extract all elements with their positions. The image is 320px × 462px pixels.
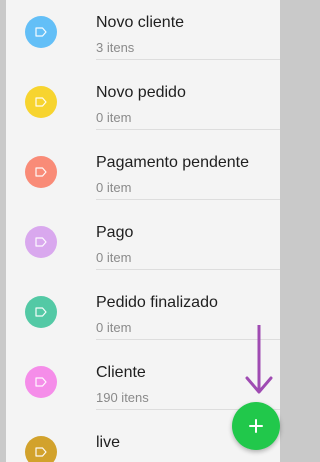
label-tag-icon bbox=[35, 97, 47, 107]
label-item-cliente[interactable]: Cliente 190 itens bbox=[6, 340, 280, 410]
label-avatar bbox=[25, 16, 57, 48]
label-avatar bbox=[25, 86, 57, 118]
label-avatar bbox=[25, 436, 57, 462]
label-avatar bbox=[25, 366, 57, 398]
label-item-novo-cliente[interactable]: Novo cliente 3 itens bbox=[6, 0, 280, 60]
arrow-down-icon bbox=[245, 325, 273, 394]
label-title: Novo pedido bbox=[96, 84, 186, 101]
label-count: 0 item bbox=[96, 320, 132, 335]
plus-icon bbox=[249, 419, 263, 433]
label-count: 3 itens bbox=[96, 40, 135, 55]
label-count: 0 item bbox=[96, 250, 132, 265]
label-tag-icon bbox=[35, 307, 47, 317]
label-avatar bbox=[25, 296, 57, 328]
label-avatar bbox=[25, 226, 57, 258]
label-title: Pago bbox=[96, 224, 134, 241]
label-item-pagamento-pendente[interactable]: Pagamento pendente 0 item bbox=[6, 130, 280, 200]
label-avatar bbox=[25, 156, 57, 188]
add-label-button[interactable] bbox=[232, 402, 280, 450]
label-title: Pedido finalizado bbox=[96, 294, 218, 311]
label-title: Cliente bbox=[96, 364, 146, 381]
label-tag-icon bbox=[35, 447, 47, 457]
label-title: Pagamento pendente bbox=[96, 154, 250, 171]
label-tag-icon bbox=[35, 237, 47, 247]
label-count: 0 item bbox=[96, 110, 132, 125]
label-title: Novo cliente bbox=[96, 14, 185, 31]
label-count: 0 item bbox=[96, 180, 132, 195]
label-item-pedido-finalizado[interactable]: Pedido finalizado 0 item bbox=[6, 270, 280, 340]
label-item-novo-pedido[interactable]: Novo pedido 0 item bbox=[6, 60, 280, 130]
label-tag-icon bbox=[35, 377, 47, 387]
label-list: Novo cliente 3 itens Novo pedido 0 item … bbox=[6, 0, 280, 462]
label-tag-icon bbox=[35, 27, 47, 37]
label-count: 190 itens bbox=[96, 390, 149, 405]
label-tag-icon bbox=[35, 167, 47, 177]
label-title: live bbox=[96, 434, 121, 451]
label-item-pago[interactable]: Pago 0 item bbox=[6, 200, 280, 270]
